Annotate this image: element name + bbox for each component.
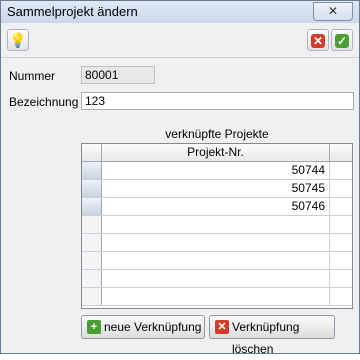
row-selector[interactable] [82,180,102,197]
table-row[interactable] [82,216,352,234]
bezeichnung-label: Bezeichnung [9,95,79,109]
projekt-nr-cell[interactable]: 50746 [102,198,330,215]
row-selector[interactable] [82,234,102,251]
linked-projects-grid: Projekt-Nr. 50744 50745 50746 [81,143,353,309]
table-row[interactable] [82,288,352,306]
lightbulb-icon: 💡 [9,32,27,48]
cancel-x-icon: ✕ [311,34,325,48]
projekt-nr-cell[interactable] [102,234,330,251]
delete-x-icon: ✕ [215,320,229,334]
grid-caption: verknüpfte Projekte [165,127,269,141]
hint-button[interactable]: 💡 [7,29,29,51]
close-button[interactable]: ✕ [313,2,353,21]
table-row[interactable]: 50745 [82,180,352,198]
dialog-window: Sammelprojekt ändern ✕ 💡 ✕ ✓ Nummer 8000… [0,0,360,356]
column-header-projekt-nr[interactable]: Projekt-Nr. [102,144,330,161]
bezeichnung-input[interactable]: 123 [81,92,354,110]
row-selector[interactable] [82,216,102,233]
table-row[interactable]: 50746 [82,198,352,216]
cancel-button[interactable]: ✕ [307,29,329,51]
table-row[interactable] [82,234,352,252]
table-row[interactable] [82,270,352,288]
delete-link-button[interactable]: ✕ Verknüpfung löschen [209,315,335,356]
checkmark-icon: ✓ [335,34,349,48]
grid-rows: 50744 50745 50746 [82,162,352,306]
new-link-label: neue Verknüpfung [104,320,202,334]
delete-link-label: Verknüpfung löschen [232,320,300,356]
window-title: Sammelprojekt ändern [7,4,138,19]
new-link-button[interactable]: + neue Verknüpfung [81,315,205,339]
row-selector[interactable] [82,162,102,179]
plus-icon: + [87,320,101,334]
projekt-nr-cell[interactable] [102,288,330,305]
projekt-nr-cell[interactable] [102,252,330,269]
projekt-nr-cell[interactable]: 50744 [102,162,330,179]
projekt-nr-cell[interactable] [102,216,330,233]
header-row-selector[interactable] [82,144,102,161]
ok-button[interactable]: ✓ [331,29,353,51]
row-selector[interactable] [82,288,102,305]
table-row[interactable] [82,252,352,270]
title-bar: Sammelprojekt ändern ✕ [1,1,359,23]
grid-header: Projekt-Nr. [82,144,352,162]
nummer-label: Nummer [9,69,56,83]
projekt-nr-cell[interactable] [102,270,330,287]
toolbar-divider [1,57,359,58]
row-selector[interactable] [82,270,102,287]
table-row[interactable]: 50744 [82,162,352,180]
projekt-nr-cell[interactable]: 50745 [102,180,330,197]
toolbar: 💡 ✕ ✓ [5,27,355,55]
row-selector[interactable] [82,198,102,215]
row-selector[interactable] [82,252,102,269]
nummer-field: 80001 [81,66,155,84]
close-icon: ✕ [327,4,339,18]
